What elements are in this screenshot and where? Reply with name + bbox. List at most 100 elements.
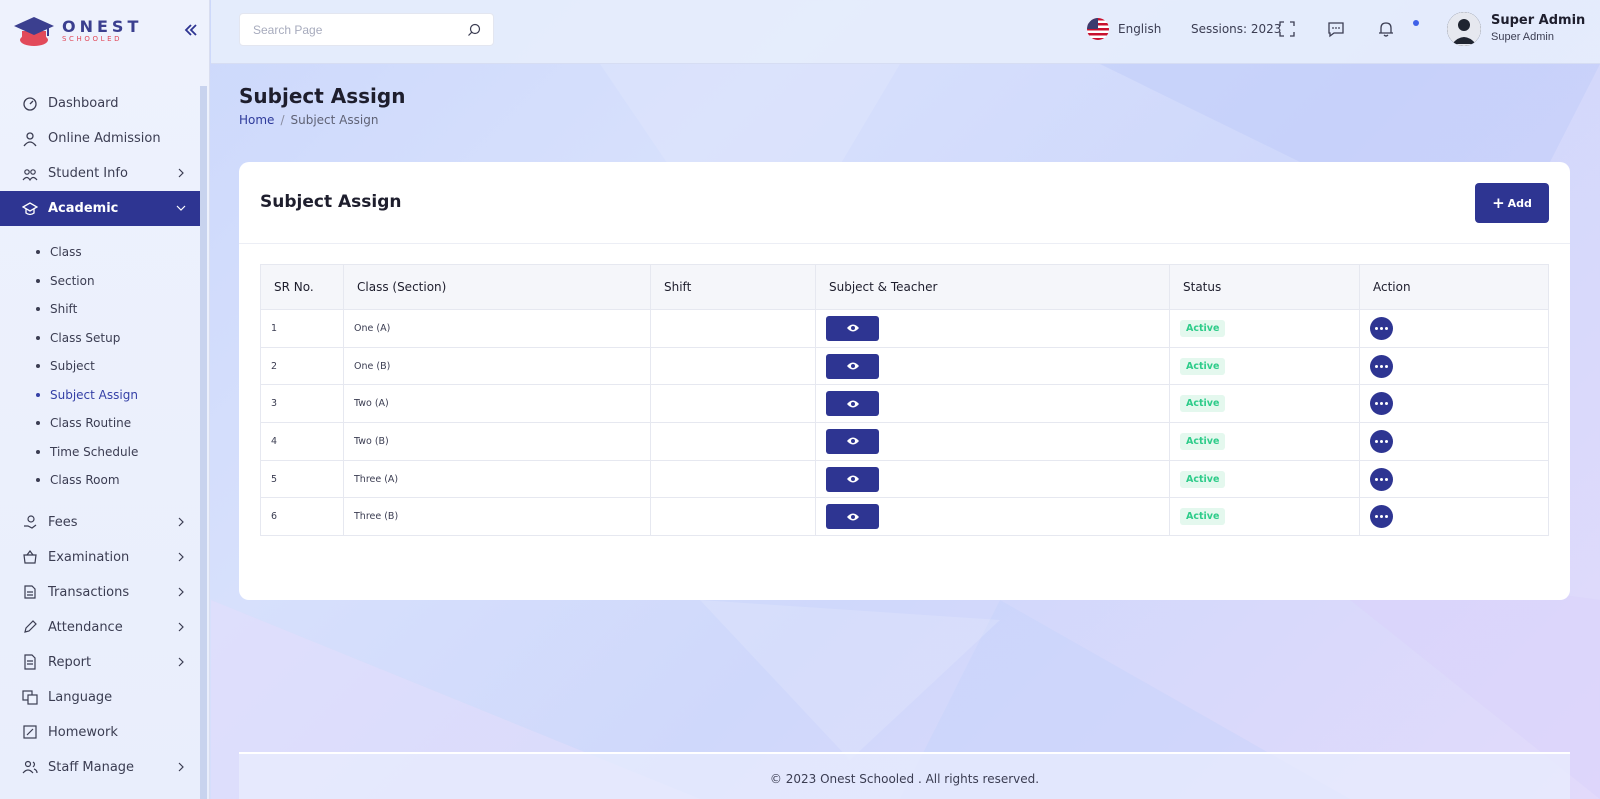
sidebar-scrollbar[interactable]	[200, 86, 207, 799]
transactions-icon	[24, 585, 36, 599]
status-badge: Active	[1180, 508, 1226, 526]
subject-assign-card: Subject Assign + Add SR No. Class (Sectio…	[239, 162, 1570, 600]
eye-icon	[846, 437, 859, 445]
status-badge: Active	[1180, 319, 1226, 337]
add-button[interactable]: + Add	[1475, 183, 1549, 223]
cell-shift	[650, 384, 816, 424]
cell-class-section: Three (B)	[343, 497, 651, 537]
submenu-item-section[interactable]: Section	[36, 267, 202, 296]
view-subject-teacher-button[interactable]	[826, 353, 879, 379]
sidebar-item-label: Student Info	[48, 166, 128, 181]
view-subject-teacher-button[interactable]	[826, 391, 879, 417]
collapse-sidebar-icon[interactable]	[183, 22, 199, 38]
view-subject-teacher-button[interactable]	[826, 504, 879, 530]
row-actions-button[interactable]	[1370, 354, 1393, 378]
avatar-silhouette-icon	[1447, 12, 1481, 46]
submenu-item-label: Subject	[50, 359, 95, 374]
user-role: Super Admin	[1491, 31, 1554, 43]
sidebar: ONEST SCHOOLED Dashboard Online Admissio…	[0, 0, 210, 799]
search-icon[interactable]	[467, 23, 481, 37]
bullet-icon	[36, 250, 40, 255]
sidebar-item-transactions[interactable]: Transactions	[0, 575, 202, 610]
submenu-item-subject-assign[interactable]: Subject Assign	[36, 381, 202, 410]
breadcrumb-home-link[interactable]: Home	[239, 113, 274, 127]
row-actions-button[interactable]	[1370, 467, 1393, 491]
cell-status: Active	[1169, 384, 1360, 424]
column-header-class-section: Class (Section)	[343, 264, 651, 310]
bullet-icon	[36, 478, 40, 483]
sidebar-item-dashboard[interactable]: Dashboard	[0, 86, 202, 121]
notification-dot	[1413, 20, 1419, 26]
cell-status: Active	[1169, 346, 1360, 386]
view-subject-teacher-button[interactable]	[826, 315, 879, 341]
sidebar-item-homework[interactable]: Homework	[0, 715, 202, 750]
submenu-item-class-setup[interactable]: Class Setup	[36, 324, 202, 353]
search-input[interactable]	[240, 14, 450, 45]
bullet-icon	[36, 421, 40, 426]
table-row: 5 Three (A) Active	[260, 459, 1549, 499]
view-subject-teacher-button[interactable]	[826, 466, 879, 492]
cell-status: Active	[1169, 497, 1360, 537]
submenu-item-label: Class Routine	[50, 416, 132, 431]
brand-logo[interactable]: ONEST SCHOOLED	[12, 14, 142, 48]
sidebar-item-label: Academic	[48, 201, 119, 216]
sidebar-item-online-admission[interactable]: Online Admission	[0, 121, 202, 156]
cell-class-section: One (B)	[343, 346, 651, 386]
submenu-item-shift[interactable]: Shift	[36, 295, 202, 324]
us-flag-icon	[1087, 18, 1109, 40]
sidebar-item-attendance[interactable]: Attendance	[0, 610, 202, 645]
cell-shift	[650, 346, 816, 386]
user-name[interactable]: Super Admin	[1491, 13, 1585, 28]
view-subject-teacher-button[interactable]	[826, 428, 879, 454]
cell-shift	[650, 497, 816, 537]
cell-class-section: Three (A)	[343, 459, 651, 499]
row-actions-button[interactable]	[1370, 316, 1393, 340]
cell-action	[1359, 346, 1549, 386]
session-selector[interactable]: Sessions: 2023	[1191, 22, 1281, 36]
bell-icon[interactable]	[1377, 20, 1395, 38]
fullscreen-icon[interactable]	[1278, 20, 1296, 38]
cell-sr: 5	[260, 459, 344, 499]
submenu-item-class-room[interactable]: Class Room	[36, 466, 202, 495]
cell-subject-teacher	[815, 309, 1170, 348]
submenu-item-class[interactable]: Class	[36, 238, 202, 267]
chevron-down-icon	[176, 205, 186, 211]
bullet-icon	[36, 392, 40, 397]
sidebar-item-student-info[interactable]: Student Info	[0, 156, 202, 191]
sidebar-item-academic[interactable]: Academic	[0, 191, 202, 226]
row-actions-button[interactable]	[1370, 392, 1393, 416]
column-header-shift: Shift	[650, 264, 816, 310]
cell-subject-teacher	[815, 384, 1170, 424]
cell-action	[1359, 309, 1549, 348]
message-icon[interactable]	[1327, 20, 1345, 38]
sidebar-item-staff-manage[interactable]: Staff Manage	[0, 750, 202, 785]
card-title: Subject Assign	[260, 192, 402, 212]
sidebar-item-label: Homework	[48, 724, 118, 740]
sidebar-item-fees[interactable]: Fees	[0, 505, 202, 540]
cell-subject-teacher	[815, 497, 1170, 537]
cell-shift	[650, 309, 816, 348]
cell-action	[1359, 384, 1549, 424]
avatar[interactable]	[1447, 12, 1481, 46]
cell-subject-teacher	[815, 422, 1170, 461]
brand-subtitle: SCHOOLED	[62, 35, 123, 43]
table-header-row: SR No. Class (Section) Shift Subject & T…	[260, 264, 1549, 310]
sidebar-item-label: Online Admission	[48, 131, 161, 146]
submenu-item-class-routine[interactable]: Class Routine	[36, 409, 202, 438]
submenu-item-label: Shift	[50, 302, 78, 317]
eye-icon	[846, 400, 859, 408]
footer: © 2023 Onest Schooled . All rights reser…	[239, 752, 1570, 799]
sidebar-item-language[interactable]: Language	[0, 680, 202, 715]
row-actions-button[interactable]	[1370, 429, 1393, 453]
cell-action	[1359, 497, 1549, 537]
breadcrumb: Home / Subject Assign	[239, 113, 378, 127]
bullet-icon	[36, 364, 40, 369]
submenu-item-label: Section	[50, 273, 95, 288]
submenu-item-subject[interactable]: Subject	[36, 352, 202, 381]
sidebar-item-report[interactable]: Report	[0, 645, 202, 680]
sidebar-item-examination[interactable]: Examination	[0, 540, 202, 575]
row-actions-button[interactable]	[1370, 505, 1393, 529]
language-selector[interactable]: English	[1087, 18, 1161, 40]
bullet-icon	[36, 278, 40, 283]
submenu-item-time-schedule[interactable]: Time Schedule	[36, 438, 202, 467]
